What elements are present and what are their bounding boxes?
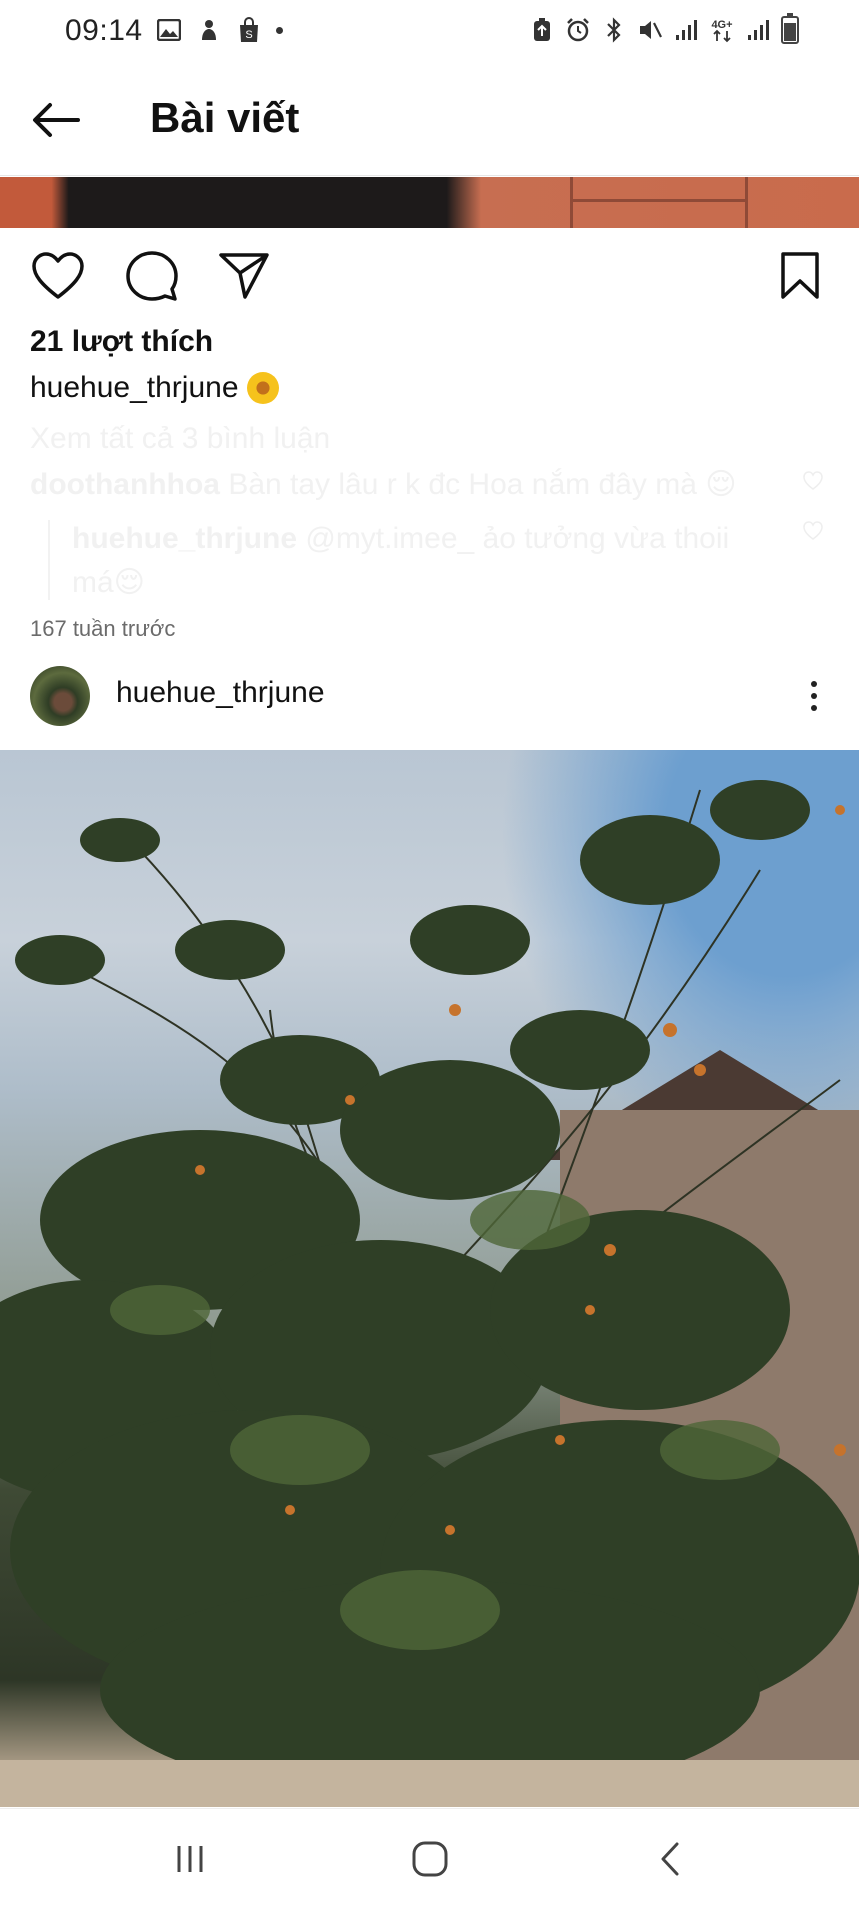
post-image[interactable] [0,750,859,1807]
post-timestamp: 167 tuần trước [30,616,176,641]
alarm-icon [565,17,591,43]
more-dots-icon [811,681,817,687]
app-notification-icon [196,17,222,43]
reply-thread-line [48,520,50,600]
reply-like-heart-icon[interactable] [802,520,824,542]
avatar[interactable] [30,666,90,726]
post-actions [0,240,859,310]
tree-foliage [0,780,859,1807]
status-time: 09:14 [65,14,143,47]
like-button[interactable] [28,246,88,306]
4g-icon: 4G+ [709,17,735,43]
mute-icon [637,17,663,43]
heart-icon [32,252,84,299]
shop-icon: S [236,17,262,43]
post-username[interactable]: huehue_thrjune [116,676,325,710]
status-bar: 09:14 S 4G+ [0,0,859,62]
comment-item: doothanhhoa Bàn tay lâu r k đc Hoa nắm đ… [30,467,790,502]
bookmark-icon [781,252,819,299]
comment-button[interactable] [122,246,182,306]
share-button[interactable] [214,246,274,306]
system-icons: 4G+ [529,13,799,44]
app-bar: Bài viết [0,62,859,176]
save-button[interactable] [770,246,830,306]
send-icon [219,253,269,299]
signal-2-icon [745,17,771,43]
signal-1-icon [673,17,699,43]
recent-apps-button[interactable] [160,1833,220,1885]
comment-like-heart-icon[interactable] [802,470,824,492]
comment-icon [126,251,178,301]
back-nav-button[interactable] [640,1833,700,1885]
view-all-comments-link[interactable]: Xem tất cả 3 bình luận [30,422,330,456]
notification-icons: S [156,17,283,43]
sunflower-emoji-icon [246,372,279,404]
chevron-left-icon [661,1842,679,1876]
system-navigation-bar [0,1808,859,1909]
reply-username[interactable]: huehue_thrjune [72,522,297,555]
battery-saver-icon [529,17,555,43]
svg-text:S: S [245,29,252,41]
post-caption: huehue_thrjune [30,371,279,405]
gallery-icon [156,17,182,43]
home-button[interactable] [400,1833,460,1885]
previous-post-image[interactable] [0,177,859,228]
bluetooth-icon [601,17,627,43]
reply-item: huehue_thrjune @myt.imee_ ảo tưởng vừa t… [72,517,772,605]
post-header: huehue_thrjune [0,660,859,750]
more-notifications-dot-icon [276,26,283,34]
page-title: Bài viết [150,94,300,141]
svg-text:4G+: 4G+ [711,19,732,31]
back-button[interactable] [28,92,84,148]
recent-apps-icon [177,1846,203,1872]
comment-text: Bàn tay lâu r k đc Hoa nắm đây mà 😌 [228,468,737,501]
battery-icon [781,13,799,44]
caption-username[interactable]: huehue_thrjune [30,371,239,405]
home-icon [412,1841,448,1877]
likes-count[interactable]: 21 lượt thích [30,325,213,359]
comment-username[interactable]: doothanhhoa [30,468,220,501]
more-options-button[interactable] [799,670,829,722]
arrow-left-icon [33,103,80,137]
